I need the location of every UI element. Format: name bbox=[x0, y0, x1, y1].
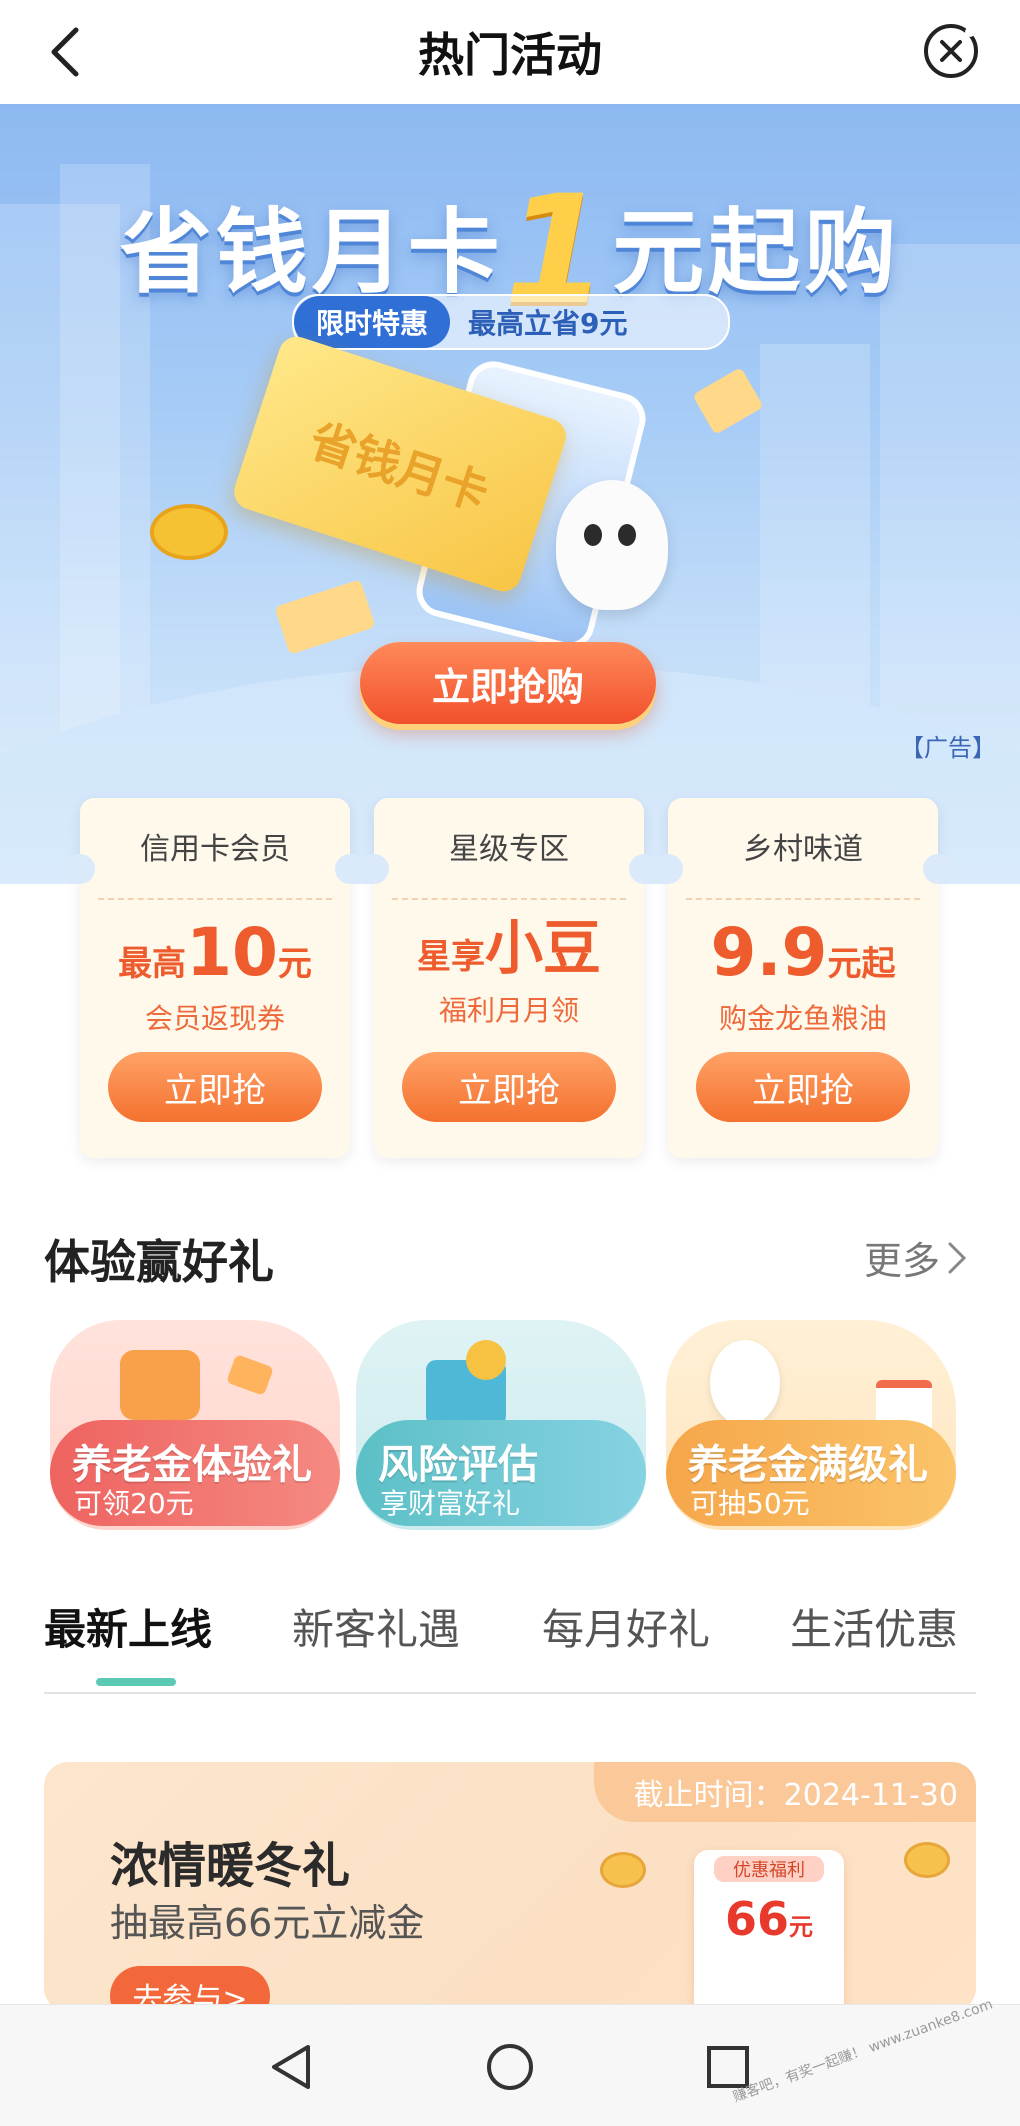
card-title: 乡村味道 bbox=[743, 832, 863, 867]
hero-banner[interactable]: 省钱月卡1元起购 限时特惠 最高立省9元 省钱月卡 立即抢购 【广告】 bbox=[0, 104, 1020, 884]
hero-subtitle: 最高立省9元 bbox=[468, 307, 628, 340]
card-value: 最高10元 bbox=[118, 914, 312, 991]
buy-now-button[interactable]: 立即抢购 bbox=[360, 642, 656, 724]
gift-risk-assessment[interactable]: 风险评估 享财富好礼 bbox=[356, 1320, 646, 1530]
coin-icon bbox=[600, 1852, 646, 1888]
grab-button[interactable]: 立即抢 bbox=[696, 1052, 910, 1122]
offer-card-star[interactable]: 星级专区 星享小豆 福利月月领 立即抢 bbox=[359, 798, 659, 1158]
card-value: 9.9元起 bbox=[710, 914, 896, 991]
tab-monthly[interactable]: 每月好礼 bbox=[542, 1596, 710, 1657]
card-desc: 会员返现券 bbox=[144, 1002, 285, 1036]
close-circle-icon[interactable] bbox=[920, 20, 982, 82]
trophy-icon bbox=[466, 1340, 506, 1380]
section-title: 体验赢好礼 bbox=[44, 1235, 274, 1289]
mascot-icon bbox=[710, 1340, 780, 1426]
card-desc: 福利月月领 bbox=[438, 993, 579, 1027]
activity-tabs: 最新上线 新客礼遇 每月好礼 生活优惠 bbox=[44, 1596, 976, 1696]
coin-icon bbox=[904, 1842, 950, 1878]
tab-new-customer[interactable]: 新客礼遇 bbox=[292, 1596, 460, 1657]
hero-subtitle-pill: 限时特惠 最高立省9元 bbox=[292, 294, 730, 350]
promo-card-winter[interactable]: 截止时间：2024-11-30 浓情暖冬礼 抽最高66元立减金 去参与> 优惠福… bbox=[44, 1762, 976, 2012]
nav-home-icon[interactable] bbox=[482, 2039, 538, 2095]
chevron-right-icon bbox=[948, 1242, 967, 1273]
card-title: 星级专区 bbox=[449, 832, 569, 867]
gift-icon bbox=[120, 1350, 200, 1420]
chevron-left-icon[interactable] bbox=[38, 22, 98, 82]
promo-subtitle: 抽最高66元立减金 bbox=[110, 1901, 425, 1945]
coupon-illustration: 优惠福利 66元 bbox=[694, 1850, 844, 2012]
gift-pension-trial[interactable]: 养老金体验礼 可领20元 bbox=[50, 1320, 340, 1530]
promo-title: 浓情暖冬礼 bbox=[110, 1838, 351, 1894]
offer-card-credit[interactable]: 信用卡会员 最高10元 会员返现券 立即抢 bbox=[65, 798, 365, 1158]
top-bar: 热门活动 bbox=[0, 0, 1020, 104]
tab-latest[interactable]: 最新上线 bbox=[44, 1596, 212, 1657]
offer-cards: 信用卡会员 最高10元 会员返现券 立即抢 星级专区 星享小豆 福利月月领 立即… bbox=[65, 798, 953, 1158]
active-tab-indicator bbox=[96, 1678, 176, 1686]
deadline-badge: 截止时间：2024-11-30 bbox=[593, 1762, 976, 1822]
coin-icon bbox=[150, 504, 228, 560]
offer-card-village[interactable]: 乡村味道 9.9元起 购金龙鱼粮油 立即抢 bbox=[653, 798, 953, 1158]
grab-button[interactable]: 立即抢 bbox=[108, 1052, 322, 1122]
grab-button[interactable]: 立即抢 bbox=[402, 1052, 616, 1122]
more-link[interactable]: 更多 bbox=[864, 1230, 974, 1285]
tabs-divider bbox=[44, 1692, 976, 1694]
card-value: 星享小豆 bbox=[416, 914, 601, 982]
ad-label: 【广告】 bbox=[900, 734, 996, 762]
bill-icon bbox=[274, 579, 376, 655]
page-title: 热门活动 bbox=[418, 28, 602, 82]
card-title: 信用卡会员 bbox=[140, 832, 290, 867]
card-desc: 购金龙鱼粮油 bbox=[718, 1002, 887, 1036]
limited-offer-tag: 限时特惠 bbox=[294, 296, 451, 348]
gift-pension-max[interactable]: 养老金满级礼 可抽50元 bbox=[666, 1320, 956, 1530]
bill-icon bbox=[692, 367, 764, 435]
experience-section-header: 体验赢好礼 更多 bbox=[44, 1220, 974, 1290]
system-nav-bar bbox=[0, 2004, 1020, 2126]
mascot-illustration bbox=[556, 480, 668, 610]
nav-back-icon[interactable] bbox=[264, 2039, 320, 2095]
tab-life[interactable]: 生活优惠 bbox=[790, 1596, 958, 1657]
